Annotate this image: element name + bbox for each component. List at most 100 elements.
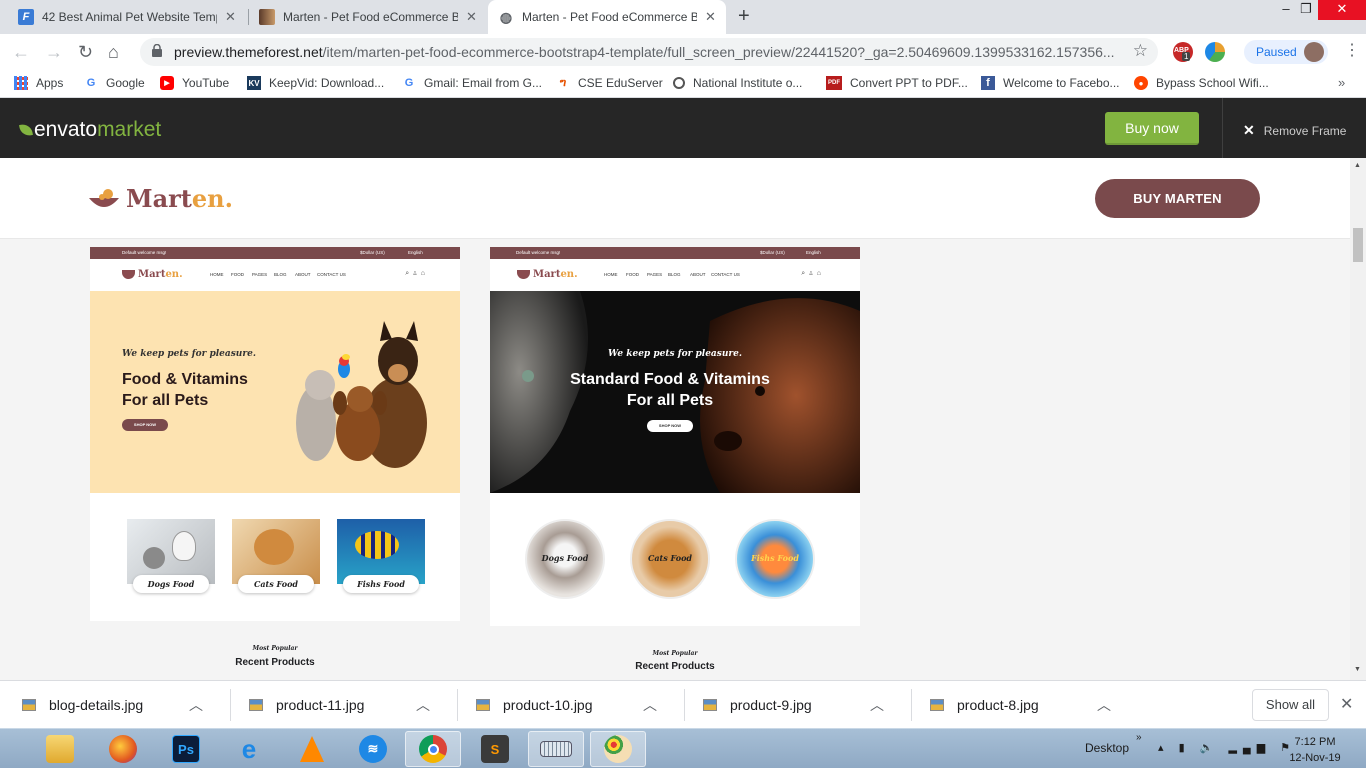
close-tab-icon[interactable]: ✕ bbox=[225, 9, 236, 25]
avatar bbox=[1304, 42, 1324, 62]
bookmarks-overflow-icon[interactable]: » bbox=[1338, 75, 1345, 90]
category-fishs: Fishs Food bbox=[735, 519, 815, 599]
bookmark-bypass-wifi[interactable]: ● Bypass School Wifi... bbox=[1134, 76, 1269, 90]
scroll-up-icon[interactable]: ▲ bbox=[1354, 162, 1361, 169]
hero-title-line1: Food & Vitamins bbox=[122, 371, 248, 388]
chevron-up-icon[interactable]: ︿ bbox=[189, 695, 203, 715]
tab-animal-pet-templates[interactable]: F 42 Best Animal Pet Website Templ ✕ bbox=[8, 0, 248, 34]
menu-item: ABOUT bbox=[295, 272, 311, 277]
scrollbar-thumb[interactable] bbox=[1353, 228, 1363, 262]
bookmark-keepvid[interactable]: KV KeepVid: Download... bbox=[247, 76, 384, 90]
bookmark-facebook[interactable]: f Welcome to Facebo... bbox=[981, 76, 1120, 90]
image-file-icon bbox=[703, 699, 717, 711]
search-user-cart-icons: ⌕♙⌂ bbox=[801, 270, 824, 277]
search-user-cart-icons: ⌕♙⌂ bbox=[405, 270, 428, 277]
paint-icon[interactable] bbox=[590, 731, 646, 767]
keyboard-icon[interactable] bbox=[528, 731, 584, 767]
close-tab-icon[interactable]: ✕ bbox=[466, 9, 477, 25]
recent-products-section: Most Popular Recent Products bbox=[490, 626, 860, 680]
bookmark-star-icon[interactable]: ☆ bbox=[1133, 41, 1148, 61]
home-icon[interactable]: ⌂ bbox=[108, 42, 119, 62]
vlc-icon[interactable] bbox=[284, 731, 340, 767]
tab-marten-active[interactable]: ◍ Marten - Pet Food eCommerce B ✕ bbox=[488, 0, 726, 34]
close-window-icon[interactable]: ✕ bbox=[1318, 0, 1366, 20]
bookmark-apps[interactable]: Apps bbox=[14, 76, 63, 90]
scroll-down-icon[interactable]: ▼ bbox=[1354, 666, 1361, 673]
new-tab-icon[interactable]: + bbox=[738, 5, 750, 28]
logo-word-envato: envato bbox=[34, 118, 98, 141]
file-explorer-icon[interactable] bbox=[32, 731, 88, 767]
vpn-extension-icon[interactable] bbox=[1205, 42, 1225, 62]
photoshop-icon[interactable]: Ps bbox=[158, 731, 214, 767]
buy-marten-button[interactable]: BUY MARTEN bbox=[1095, 179, 1260, 218]
chevron-up-icon[interactable]: ︿ bbox=[643, 695, 657, 715]
menu-item: ABOUT bbox=[690, 272, 706, 277]
tab-marten-1[interactable]: Marten - Pet Food eCommerce B ✕ bbox=[249, 0, 487, 34]
demo-preview-1[interactable]: Default welcome msg! $Dollar (US) Englis… bbox=[90, 247, 460, 680]
wifi-hotspot-icon[interactable]: ≋ bbox=[345, 731, 401, 767]
divider bbox=[1222, 98, 1223, 158]
forward-arrow-icon[interactable]: → bbox=[45, 42, 63, 62]
address-bar[interactable]: preview.themeforest.net/item/marten-pet-… bbox=[140, 38, 1158, 66]
bookmark-gmail[interactable]: G Gmail: Email from G... bbox=[402, 76, 542, 90]
hero-tagline: We keep pets for pleasure. bbox=[122, 349, 256, 359]
back-arrow-icon[interactable]: ← bbox=[12, 42, 30, 62]
hero-tagline: We keep pets for pleasure. bbox=[608, 349, 742, 359]
windows-taskbar: Ps e ≋ S Desktop » ▴ ▮ 🔈 ▂▄▆ ⚑ 7:12 PM 1… bbox=[0, 728, 1366, 768]
bookmark-cse-eduserver[interactable]: ግ CSE EduServer bbox=[556, 76, 663, 90]
download-item[interactable]: product-11.jpg ︿ bbox=[227, 681, 454, 729]
remove-frame-button[interactable]: ✕ Remove Frame bbox=[1243, 122, 1346, 139]
download-item[interactable]: product-10.jpg ︿ bbox=[454, 681, 681, 729]
hero-banner: We keep pets for pleasure. Food & Vitami… bbox=[90, 291, 460, 493]
category-dogs: Dogs Food bbox=[127, 519, 215, 593]
chevron-up-icon[interactable]: ︿ bbox=[416, 695, 430, 715]
bookmark-national-institute[interactable]: National Institute o... bbox=[673, 76, 802, 90]
close-download-shelf-icon[interactable]: ✕ bbox=[1340, 694, 1353, 714]
bookmark-label: KeepVid: Download... bbox=[269, 76, 385, 90]
download-item[interactable]: product-8.jpg ︿ bbox=[908, 681, 1135, 729]
clock[interactable]: 7:12 PM 12-Nov-19 bbox=[1284, 734, 1346, 766]
logo-text-main: Mart bbox=[126, 184, 192, 213]
close-tab-icon[interactable]: ✕ bbox=[705, 9, 716, 25]
reload-icon[interactable]: ↻ bbox=[78, 42, 93, 62]
download-item[interactable]: product-9.jpg ︿ bbox=[681, 681, 908, 729]
marten-logo[interactable]: Mart en. bbox=[88, 184, 233, 213]
envato-market-bar: envato market Buy now ✕ Remove Frame bbox=[0, 98, 1366, 158]
category-cats: Cats Food bbox=[232, 519, 320, 593]
envato-market-logo[interactable]: envato market bbox=[19, 118, 161, 142]
page-scrollbar[interactable]: ▲ ▼ bbox=[1350, 158, 1366, 680]
tray-overflow-icon[interactable]: » bbox=[1136, 732, 1142, 743]
bookmark-youtube[interactable]: ▶ YouTube bbox=[160, 76, 229, 90]
profile-paused-button[interactable]: Paused bbox=[1244, 40, 1328, 64]
internet-explorer-icon[interactable]: e bbox=[221, 731, 277, 767]
buy-now-button[interactable]: Buy now bbox=[1105, 112, 1199, 145]
category-cats: Cats Food bbox=[630, 519, 710, 599]
url-text: preview.themeforest.net/item/marten-pet-… bbox=[174, 44, 1124, 60]
url-domain: preview.themeforest.net bbox=[174, 44, 323, 60]
bookmark-google[interactable]: G Google bbox=[84, 76, 145, 90]
bookmark-label: Gmail: Email from G... bbox=[424, 76, 543, 90]
demo-preview-2[interactable]: Default welcome msg! $Dollar (US) Englis… bbox=[490, 247, 860, 680]
desktop-toolbar-label[interactable]: Desktop bbox=[1085, 741, 1129, 755]
chrome-icon[interactable] bbox=[405, 731, 461, 767]
firefox-icon[interactable] bbox=[95, 731, 151, 767]
bookmark-ppt-to-pdf[interactable]: PDF Convert PPT to PDF... bbox=[826, 76, 968, 90]
bookmark-label: Google bbox=[106, 76, 145, 90]
eduserver-icon: ግ bbox=[559, 76, 567, 89]
kebab-menu-icon[interactable]: ⋮ bbox=[1344, 43, 1360, 59]
section-title: Recent Products bbox=[235, 657, 315, 668]
sublime-text-icon[interactable]: S bbox=[467, 731, 523, 767]
pets-illustration bbox=[296, 321, 427, 468]
adblock-extension-icon[interactable]: ABP 1 bbox=[1173, 42, 1193, 62]
system-tray-icons[interactable]: ▴ ▮ 🔈 ▂▄▆ ⚑ bbox=[1158, 741, 1296, 754]
download-item[interactable]: blog-details.jpg ︿ bbox=[0, 681, 227, 729]
menu-item: BLOG bbox=[274, 272, 287, 277]
browser-toolbar: ← → ↻ ⌂ preview.themeforest.net/item/mar… bbox=[0, 34, 1366, 70]
chevron-up-icon[interactable]: ︿ bbox=[1097, 695, 1111, 715]
category-label: Cats Food bbox=[238, 575, 314, 593]
show-all-downloads-button[interactable]: Show all bbox=[1252, 689, 1329, 721]
menu-item: CONTACT US bbox=[711, 272, 740, 277]
welcome-message: Default welcome msg! bbox=[122, 250, 167, 255]
chevron-up-icon[interactable]: ︿ bbox=[870, 695, 884, 715]
clock-time: 7:12 PM bbox=[1294, 736, 1336, 748]
